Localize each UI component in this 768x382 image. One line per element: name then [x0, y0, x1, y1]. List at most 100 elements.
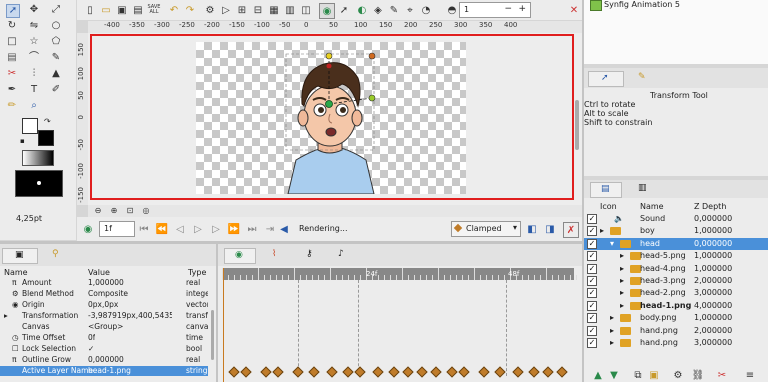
mirror-tool-icon[interactable]: ⇋: [28, 20, 40, 32]
layer-name[interactable]: body.png: [640, 312, 676, 324]
keyframe-lock-icon[interactable]: ◈: [371, 3, 385, 17]
layer-visibility-checkbox[interactable]: ✓: [587, 288, 597, 299]
layer-name[interactable]: hand.png: [640, 337, 678, 349]
layer-properties-icon[interactable]: ≡: [744, 370, 756, 382]
layer-expander-icon[interactable]: ▸: [620, 263, 624, 275]
waypoint-icon[interactable]: [388, 366, 400, 378]
layer-visibility-checkbox[interactable]: ✓: [587, 300, 597, 311]
layer-visibility-checkbox[interactable]: ✓: [587, 226, 597, 237]
waypoint-icon[interactable]: [260, 366, 272, 378]
tab-curves[interactable]: ⌇: [266, 248, 290, 262]
show-grid-icon[interactable]: ⊞: [235, 3, 249, 17]
tab-sound[interactable]: ♪: [332, 248, 356, 262]
tab-layers[interactable]: ▤: [590, 182, 622, 198]
tab-sets[interactable]: ▥: [632, 182, 656, 196]
param-row[interactable]: ☐ Lock Selection ✓ bool: [0, 344, 208, 354]
layer-name[interactable]: head-1.png: [640, 300, 691, 312]
waypoint-icon[interactable]: [446, 366, 458, 378]
animation-off-icon[interactable]: ✗: [563, 222, 579, 238]
layer-expander-icon[interactable]: ▸: [610, 312, 614, 324]
rectangle-tool-icon[interactable]: □: [6, 36, 18, 48]
star-tool-icon[interactable]: ☆: [28, 36, 40, 48]
waypoint-icon[interactable]: [458, 366, 470, 378]
layer-row[interactable]: ✓ ▸ hand.png 3,000000: [584, 337, 768, 349]
save-all-icon[interactable]: SAVE ALL: [147, 3, 161, 17]
layer-name[interactable]: head-3.png: [640, 275, 686, 287]
layer-expander-icon[interactable]: ▸: [620, 275, 624, 287]
waypoint-icon[interactable]: [354, 366, 366, 378]
waypoint-icon[interactable]: [556, 366, 568, 378]
new-file-icon[interactable]: ▯: [83, 3, 97, 17]
zoom-in-icon[interactable]: ⊕: [108, 205, 120, 217]
zoom-100-icon[interactable]: ◎: [140, 205, 152, 217]
cutout-tool-icon[interactable]: ✂: [6, 68, 18, 80]
eyedrop-tool-icon[interactable]: ✒: [6, 84, 18, 96]
layer-name[interactable]: hand.png: [640, 325, 678, 337]
prev-keyframe-icon[interactable]: ⏪: [155, 222, 169, 236]
layer-expander-icon[interactable]: ▸: [620, 250, 624, 262]
tab-tool-options[interactable]: ➚: [588, 71, 624, 87]
delete-layer-icon[interactable]: ✂: [716, 370, 728, 382]
render-icon[interactable]: ⚙: [203, 3, 217, 17]
param-value[interactable]: 0,000000: [88, 355, 124, 365]
param-value[interactable]: Composite: [88, 289, 128, 299]
gradient-swatch[interactable]: [22, 150, 54, 166]
close-canvas-icon[interactable]: ✕: [567, 3, 581, 17]
param-row[interactable]: π Outline Grow 0,000000 real: [0, 355, 208, 365]
param-row[interactable]: ◷ Time Offset 0f time: [0, 333, 208, 343]
layer-visibility-checkbox[interactable]: ✓: [587, 276, 597, 286]
brush-tool-icon[interactable]: ✏: [6, 100, 18, 112]
layer-row[interactable]: ✓ ▸ head-5.png 1,000000: [584, 250, 768, 262]
move-tool-icon[interactable]: ➚: [337, 3, 351, 17]
layer-row[interactable]: ✓ ▸ head-3.png 2,000000: [584, 275, 768, 287]
layer-name[interactable]: head-4.png: [640, 263, 686, 275]
layer-expander-icon[interactable]: ▸: [620, 287, 624, 299]
zoom-out-icon[interactable]: ⊖: [92, 205, 104, 217]
layer-row[interactable]: ✓ ▸ hand.png 2,000000: [584, 325, 768, 337]
horizontal-splitter[interactable]: [0, 241, 582, 244]
swap-colors-icon[interactable]: ↷: [44, 117, 51, 126]
layer-settings-icon[interactable]: ⚙: [672, 370, 684, 382]
layer-name[interactable]: boy: [640, 225, 655, 237]
sound-mute-icon[interactable]: ◀: [277, 222, 291, 236]
text-tool-icon[interactable]: T: [28, 84, 40, 96]
layer-visibility-checkbox[interactable]: ✓: [587, 251, 597, 262]
waypoint-icon[interactable]: [342, 366, 354, 378]
waypoint-icon[interactable]: [326, 366, 338, 378]
param-row[interactable]: Active Layer Name head-1.png string: [0, 366, 208, 376]
waypoint-icon[interactable]: [372, 366, 384, 378]
draft-icon[interactable]: ✎: [387, 3, 401, 17]
background-icon[interactable]: ◫: [299, 3, 313, 17]
waypoint-icon[interactable]: [272, 366, 284, 378]
layer-visibility-checkbox[interactable]: ✓: [587, 263, 597, 274]
onion-skin-icon[interactable]: ◓: [445, 3, 459, 17]
reset-colors-icon[interactable]: ▪: [20, 137, 25, 145]
duplicate-layer-icon[interactable]: ⧉: [632, 370, 644, 382]
waypoint-icon[interactable]: [528, 366, 540, 378]
quality-icon[interactable]: ◔: [419, 3, 433, 17]
params-splitter[interactable]: [216, 244, 218, 382]
canvas-image[interactable]: [196, 42, 466, 194]
sketch-tool-icon[interactable]: ✐: [50, 84, 62, 96]
param-row[interactable]: ▸ Transformation -3,987919px,400,543563p tr…: [0, 311, 208, 321]
frame-spin-field[interactable]: 1 − +: [459, 2, 531, 18]
zoom-fit-icon[interactable]: ⊡: [124, 205, 136, 217]
waypoint-icon[interactable]: [512, 366, 524, 378]
param-row[interactable]: π Amount 1,000000 real: [0, 278, 208, 288]
keyframe-lock-past-icon[interactable]: ◧: [525, 222, 539, 236]
param-value[interactable]: ✓: [88, 344, 94, 354]
layer-row[interactable]: ✓ ▸ boy 1,000000: [584, 225, 768, 237]
layer-name[interactable]: Sound: [640, 213, 665, 225]
circle-tool-icon[interactable]: ○: [50, 20, 62, 32]
waypoint-icon[interactable]: [240, 366, 252, 378]
layer-name[interactable]: head-5.png: [640, 250, 686, 262]
draw-tool-icon[interactable]: ✎: [50, 52, 62, 64]
fill-color-swatch[interactable]: [38, 130, 54, 146]
waypoint-icon[interactable]: [478, 366, 490, 378]
tab-keyframes[interactable]: ⚷: [300, 248, 324, 262]
seek-begin-icon[interactable]: ⏮: [137, 222, 151, 236]
waypoint-icon[interactable]: [416, 366, 428, 378]
layer-row[interactable]: ✓ ▸ head-4.png 1,000000: [584, 263, 768, 275]
layer-expander-icon[interactable]: ▸: [620, 300, 624, 312]
layer-visibility-checkbox[interactable]: ✓: [587, 214, 597, 224]
